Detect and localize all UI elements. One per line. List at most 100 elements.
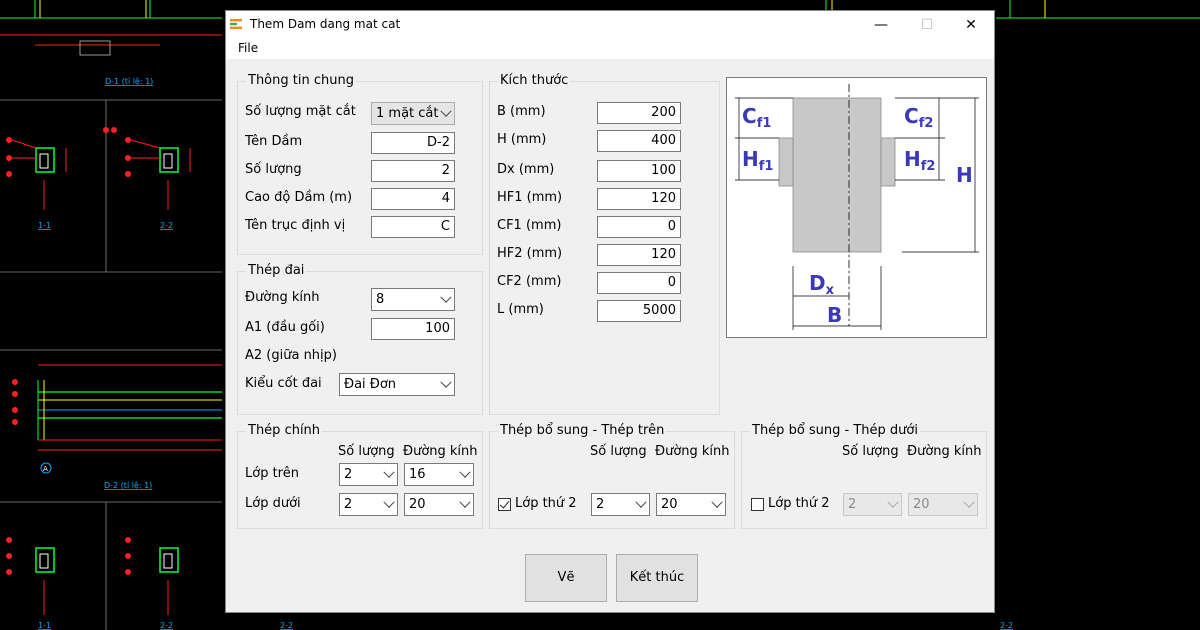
stirrup-type-select[interactable]: Đai Đơn xyxy=(339,373,455,396)
group-main-steel: Thép chính Số lượng Đường kính Lớp trên … xyxy=(237,423,483,529)
chevron-down-icon xyxy=(383,496,395,508)
cad-label-2-2-bottom: 2-2 xyxy=(160,621,173,630)
extra-top-layer2-checkbox[interactable] xyxy=(498,498,511,511)
cad-section-1-1-bottom: 1-1 xyxy=(6,537,55,630)
extra-bottom-diameter-header: Đường kính xyxy=(907,444,982,459)
cad-label-1-1-bottom: 1-1 xyxy=(38,621,51,630)
top-count-value: 2 xyxy=(344,467,353,482)
extra-top-diameter-select[interactable]: 20 xyxy=(656,493,726,516)
top-diameter-value: 16 xyxy=(409,467,426,482)
quantity-label: Số lượng xyxy=(245,162,302,177)
dim-hf2-label: HF2 (mm) xyxy=(497,246,563,261)
cad-section-2-2-top: 2-2 xyxy=(103,127,191,230)
dim-hf2-input[interactable]: 120 xyxy=(597,244,681,266)
elevation-input[interactable]: 4 xyxy=(371,188,455,210)
a1-label: A1 (đầu gối) xyxy=(245,320,325,335)
draw-button[interactable]: Vẽ xyxy=(525,554,607,602)
finish-button[interactable]: Kết thúc xyxy=(616,554,698,602)
extra-bottom-count-select[interactable]: 2 xyxy=(843,493,902,516)
chevron-down-icon xyxy=(635,496,647,508)
app-icon xyxy=(230,19,242,29)
cad-label-1-1-top: 1-1 xyxy=(38,221,51,230)
dim-b-label: B (mm) xyxy=(497,104,546,119)
chevron-down-icon xyxy=(440,376,452,388)
dim-h-input[interactable]: 400 xyxy=(597,130,681,152)
extra-bottom-layer2-checkbox[interactable] xyxy=(751,498,764,511)
group-extra-bottom: Thép bổ sung - Thép dưới Số lượng Đường … xyxy=(741,423,987,529)
axis-name-input[interactable]: C xyxy=(371,216,455,238)
dim-dx-input[interactable]: 100 xyxy=(597,160,681,182)
cad-beam-d2: A D-2 (tỉ lệ: 1) xyxy=(12,364,222,490)
label-cf1: Cf1 xyxy=(742,104,771,131)
elevation-label: Cao độ Dầm (m) xyxy=(245,190,353,205)
top-layer-label: Lớp trên xyxy=(245,466,299,481)
cad-label-d2: D-2 (tỉ lệ: 1) xyxy=(104,480,152,490)
extra-bottom-diameter-select[interactable]: 20 xyxy=(908,493,978,516)
extra-bottom-layer2-label: Lớp thứ 2 xyxy=(768,496,830,511)
group-main-steel-title: Thép chính xyxy=(246,423,323,438)
extra-bottom-diameter-value: 20 xyxy=(913,497,930,512)
stirrup-diameter-value: 8 xyxy=(376,292,385,307)
bottom-count-select[interactable]: 2 xyxy=(339,493,398,516)
label-b: B xyxy=(827,303,842,327)
section-count-label: Số lượng mặt cắt xyxy=(245,104,356,119)
section-diagram-svg: Cf1 Hf1 Cf2 Hf2 H Dx B xyxy=(735,84,979,330)
bottom-count-value: 2 xyxy=(344,497,353,512)
main-count-header: Số lượng xyxy=(338,444,395,459)
section-count-select[interactable]: 1 mặt cắt xyxy=(371,102,455,125)
chevron-down-icon xyxy=(440,105,452,117)
menu-bar: File xyxy=(226,39,994,59)
extra-bottom-count-header: Số lượng xyxy=(842,444,899,459)
label-cf2: Cf2 xyxy=(904,104,933,131)
stirrup-type-value: Đai Đơn xyxy=(344,377,397,392)
chevron-down-icon xyxy=(459,466,471,478)
dim-hf1-label: HF1 (mm) xyxy=(497,190,563,205)
label-hf2: Hf2 xyxy=(904,147,935,174)
minimize-button[interactable]: — xyxy=(858,11,904,39)
a2-label: A2 (giữa nhịp) xyxy=(245,348,337,363)
section-diagram: Cf1 Hf1 Cf2 Hf2 H Dx B xyxy=(726,77,987,338)
group-stirrup-title: Thép đai xyxy=(246,263,307,278)
dim-cf2-input[interactable]: 0 xyxy=(597,272,681,294)
top-count-select[interactable]: 2 xyxy=(339,463,398,486)
group-dimensions-title: Kích thước xyxy=(498,73,571,88)
cad-label-2-2-top: 2-2 xyxy=(160,221,173,230)
title-bar[interactable]: Them Dam dang mat cat — ☐ ✕ xyxy=(226,11,994,39)
dim-cf1-label: CF1 (mm) xyxy=(497,218,562,233)
extra-top-count-header: Số lượng xyxy=(590,444,647,459)
extra-top-layer2-label: Lớp thứ 2 xyxy=(515,496,577,511)
dim-b-input[interactable]: 200 xyxy=(597,102,681,124)
chevron-down-icon xyxy=(459,496,471,508)
dim-l-input[interactable]: 5000 xyxy=(597,300,681,322)
dim-cf2-label: CF2 (mm) xyxy=(497,274,562,289)
chevron-down-icon xyxy=(711,496,723,508)
group-dimensions: Kích thước B (mm) 200 H (mm) 400 Dx (mm)… xyxy=(489,73,720,415)
dim-l-label: L (mm) xyxy=(497,302,544,317)
dim-dx-label: Dx (mm) xyxy=(497,162,555,177)
extra-bottom-count-value: 2 xyxy=(848,497,857,512)
dim-hf1-input[interactable]: 120 xyxy=(597,188,681,210)
extra-top-count-select[interactable]: 2 xyxy=(591,493,650,516)
label-hf1: Hf1 xyxy=(742,147,773,174)
axis-name-label: Tên trục định vị xyxy=(245,218,346,233)
quantity-input[interactable]: 2 xyxy=(371,160,455,182)
stirrup-diameter-label: Đường kính xyxy=(245,290,320,305)
maximize-button[interactable]: ☐ xyxy=(904,11,950,39)
stirrup-diameter-select[interactable]: 8 xyxy=(371,288,455,311)
a1-input[interactable]: 100 xyxy=(371,318,455,340)
top-diameter-select[interactable]: 16 xyxy=(404,463,474,486)
menu-file[interactable]: File xyxy=(238,41,258,55)
group-stirrup: Thép đai Đường kính 8 A1 (đầu gối) 100 A… xyxy=(237,263,483,415)
group-extra-bottom-title: Thép bổ sung - Thép dưới xyxy=(750,423,920,438)
svg-text:2-2: 2-2 xyxy=(280,621,293,630)
section-count-value: 1 mặt cắt xyxy=(376,106,439,121)
close-button[interactable]: ✕ xyxy=(948,11,994,39)
extra-top-diameter-value: 20 xyxy=(661,497,678,512)
bottom-diameter-select[interactable]: 20 xyxy=(404,493,474,516)
beam-name-input[interactable]: D-2 xyxy=(371,132,455,154)
bottom-diameter-value: 20 xyxy=(409,497,426,512)
dim-cf1-input[interactable]: 0 xyxy=(597,216,681,238)
chevron-down-icon xyxy=(887,496,899,508)
cad-right-side: 2-2 xyxy=(996,0,1200,630)
stirrup-type-label: Kiểu cốt đai xyxy=(245,376,322,391)
